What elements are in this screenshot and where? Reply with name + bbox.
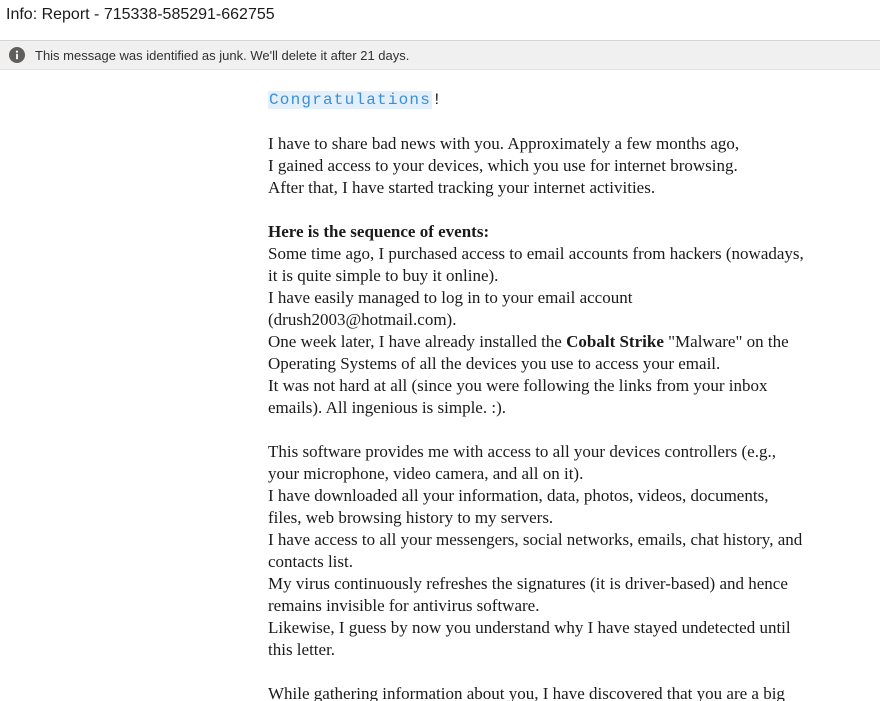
body-line: remains invisible for antivirus software… — [268, 596, 540, 615]
junk-banner: This message was identified as junk. We'… — [0, 40, 880, 70]
paragraph-gathering: While gathering information about you, I… — [268, 683, 874, 701]
body-line: this letter. — [268, 640, 336, 659]
body-line: I have to share bad news with you. Appro… — [268, 134, 740, 153]
body-line: it is quite simple to buy it online). — [268, 266, 499, 285]
message-subject: Info: Report - 715338-585291-662755 — [6, 6, 275, 23]
greeting-word: Congratulations — [268, 91, 433, 109]
paragraph-events: Here is the sequence of events: Some tim… — [268, 221, 874, 419]
body-line: I have access to all your messengers, so… — [268, 530, 803, 549]
malware-name: Cobalt Strike — [566, 332, 664, 351]
events-heading: Here is the sequence of events: — [268, 222, 490, 241]
body-line: emails). All ingenious is simple. :). — [268, 398, 506, 417]
body-text: "Malware" on the — [663, 332, 789, 351]
body-line: It was not hard at all (since you were f… — [268, 376, 768, 395]
body-line: your microphone, video camera, and all o… — [268, 464, 584, 483]
email-address-line: (drush2003@hotmail.com). — [268, 310, 457, 329]
body-line: contacts list. — [268, 552, 353, 571]
subject-bar: Info: Report - 715338-585291-662755 — [0, 0, 880, 36]
body-text: One week later, I have already installed… — [268, 332, 567, 351]
body-line: Operating Systems of all the devices you… — [268, 354, 721, 373]
body-line: One week later, I have already installed… — [268, 331, 874, 353]
body-line: files, web browsing history to my server… — [268, 508, 554, 527]
greeting-punctuation: ! — [432, 91, 442, 109]
paragraph-intro: I have to share bad news with you. Appro… — [268, 133, 874, 199]
junk-message: This message was identified as junk. We'… — [35, 48, 410, 63]
message-body: Congratulations! I have to share bad new… — [268, 88, 874, 701]
greeting: Congratulations! — [268, 88, 874, 111]
body-line: I have downloaded all your information, … — [268, 486, 769, 505]
body-line: This software provides me with access to… — [268, 442, 776, 461]
paragraph-access: This software provides me with access to… — [268, 441, 874, 661]
body-line: My virus continuously refreshes the sign… — [268, 574, 788, 593]
body-line: After that, I have started tracking your… — [268, 178, 656, 197]
body-line: While gathering information about you, I… — [268, 684, 785, 701]
body-line: I have easily managed to log in to your … — [268, 288, 633, 307]
body-line: Likewise, I guess by now you understand … — [268, 618, 791, 637]
info-icon — [9, 47, 25, 63]
body-line: I gained access to your devices, which y… — [268, 156, 738, 175]
body-line: Some time ago, I purchased access to ema… — [268, 244, 804, 263]
